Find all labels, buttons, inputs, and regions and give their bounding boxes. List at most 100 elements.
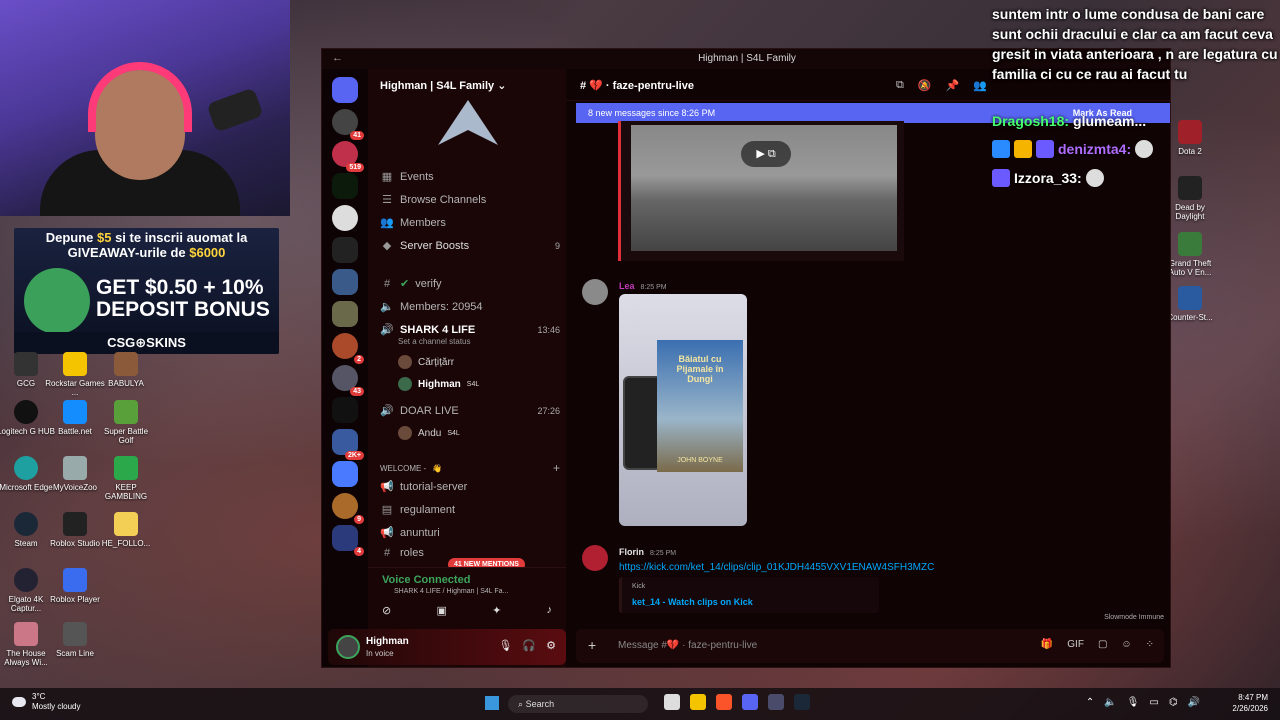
taskbar-clock[interactable]: 8:47 PM 2/26/2026 [1232,692,1268,714]
discord-home-icon[interactable] [332,77,358,103]
ad-mascot [24,268,90,334]
channel-tutorial-server[interactable]: 📢 tutorial-server [380,480,560,494]
server-13[interactable]: 9 [332,493,364,524]
voice-user-highman[interactable]: Highman S4L [398,377,479,391]
giveaway-ad: Depune $5 si te inscrii auomat la GIVEAW… [14,228,279,354]
threads-icon[interactable]: ⧉ [896,79,904,92]
headset [88,62,192,132]
discord-taskbar-icon[interactable] [742,694,758,710]
play-icon[interactable]: ▶ ⧉ [741,141,791,167]
monitor-icon[interactable]: ▭ [1149,697,1158,708]
channel-anunturi[interactable]: 📢 anunturi [380,526,560,540]
category-welcome[interactable]: WELCOME - 👋 + [380,461,560,475]
voice-user-cartitarr[interactable]: Cărțițărr [398,355,454,369]
microphone [206,87,264,133]
voice-icon: 🔊 [380,405,394,417]
member-list-icon[interactable]: 👥 [973,79,987,92]
channel-regulament[interactable]: ▤ regulament [380,503,560,517]
server-7[interactable] [332,301,358,327]
channel-status[interactable]: Set a channel status [398,337,471,346]
gear-icon[interactable]: ⚙ [546,639,556,652]
weather-widget[interactable]: 3°C Mostly cloudy [12,692,80,712]
avatar[interactable] [582,279,608,305]
overlay-message-text: suntem intr o lume condusa de bani care … [992,6,1278,82]
server-1[interactable]: 41 [332,109,364,140]
nav-members[interactable]: 👥 Members [380,216,560,230]
avatar[interactable] [582,545,608,571]
emote-icon [1135,140,1154,158]
emoji-icon[interactable]: ☺ [1121,639,1131,650]
channel-verify[interactable]: # ✔ verify [380,277,560,291]
nav-events[interactable]: ▦ Events [380,170,560,184]
file-explorer-icon[interactable] [690,694,706,710]
message-link[interactable]: https://kick.com/ket_14/clips/clip_01KJD… [619,562,934,573]
boost-count: 9 [554,240,560,251]
gif-icon[interactable]: GIF [1067,639,1084,650]
desktop-icon-babulya[interactable]: BABULYA [96,352,156,388]
speaker-icon[interactable]: 🔊 [1188,697,1200,708]
server-10[interactable] [332,397,358,423]
add-attachment-icon[interactable]: + [588,637,596,653]
book-photo-attachment[interactable]: Băiatul cu Pijamale în Dungi JOHN BOYNE [619,294,747,526]
desktop-icon-super-battle-golf[interactable]: Super Battle Golf [96,400,156,445]
apps-icon[interactable]: ⁘ [1146,639,1154,650]
headphones-icon[interactable]: 🎧 [522,639,536,652]
desktop-icon-scam-line[interactable]: Scam Line [45,622,105,658]
desktop-icon-folder[interactable]: HE_FOLLO... [96,512,156,548]
ad-line-1: Depune $5 si te inscrii auomat la [45,230,248,245]
boost-icon: ◆ [382,240,392,252]
server-11[interactable]: 2K+ [332,429,364,460]
voice-channel-path[interactable]: SHARK 4 LIFE / Highman | S4L Fa... [394,588,508,595]
message-author[interactable]: Florin 8:25 PM [619,547,676,557]
emote-icon [1085,169,1104,187]
soundboard-icon[interactable]: ♪ [547,604,553,617]
chevron-up-icon[interactable]: ⌃ [1086,697,1094,708]
server-14[interactable]: 4 [332,525,364,556]
app-icon[interactable] [768,694,784,710]
activities-icon[interactable]: ✦ [492,604,501,617]
task-view-icon[interactable] [664,694,680,710]
taskbar-search[interactable]: ⌕ Search [508,695,648,713]
server-12[interactable] [332,461,358,487]
screen-share-icon[interactable]: ▣ [436,604,446,617]
steam-taskbar-icon[interactable] [794,694,810,710]
server-6[interactable] [332,269,358,295]
search-icon: ⌕ [518,699,524,709]
avatar[interactable] [336,635,360,659]
overlay-chat-line-1: Dragosh18: glumeam... [992,113,1147,129]
network-icon[interactable]: ⌬ [1169,697,1178,708]
desktop-icon-roblox-player[interactable]: Roblox Player [45,568,105,604]
mic-icon[interactable]: 🎙 [498,639,512,652]
gift-icon[interactable]: 🎁 [1041,639,1053,650]
desktop-icon-keep-gambling[interactable]: KEEP GAMBLING [96,456,156,501]
badge-icon [1036,140,1054,158]
pin-icon[interactable]: 📌 [946,79,960,92]
server-name[interactable]: Highman | S4L Family ⌄ [380,79,506,92]
server-8[interactable]: 2 [332,333,364,364]
message-author[interactable]: Lea 8:25 PM [619,281,667,291]
video-attachment[interactable]: ▶ ⧉ [618,121,904,261]
noise-suppression-icon[interactable]: ⊘ [382,604,391,617]
csgoskins-server-icon[interactable] [332,237,358,263]
sticker-icon[interactable]: ▢ [1098,639,1107,650]
embed-title[interactable]: ket_14 - Watch clips on Kick [632,597,753,607]
mic-tray-icon[interactable]: 🎙 [1127,697,1140,708]
add-channel-icon[interactable]: + [553,461,560,475]
server-9[interactable]: 43 [332,365,364,396]
message-input[interactable]: Message #💔 · faze-pentru-live [618,640,757,651]
message-composer[interactable]: + Message #💔 · faze-pentru-live 🎁 GIF ▢ … [576,629,1164,663]
nav-server-boosts[interactable]: ◆ Server Boosts 9 [380,239,560,253]
server-2[interactable]: 519 [332,141,364,172]
volume-icon[interactable]: 🔈 [1104,697,1116,708]
windows-start-icon[interactable] [485,696,499,710]
kick-server-icon[interactable] [332,173,358,199]
mute-icon[interactable]: 🔕 [918,79,932,92]
voice-channel-doar-live[interactable]: 🔊 DOAR LIVE 27:26 [380,404,560,418]
voice-channel-shark[interactable]: 🔊 SHARK 4 LIFE 13:46 [380,323,560,337]
voice-user-andu[interactable]: Andu S4L [398,426,460,440]
nav-browse-channels[interactable]: ☰ Browse Channels [380,193,560,207]
channel-members-count[interactable]: 🔈 Members: 20954 [380,300,560,314]
announcement-icon: 📢 [380,481,394,493]
brave-icon[interactable] [716,694,732,710]
server-4[interactable] [332,205,358,231]
